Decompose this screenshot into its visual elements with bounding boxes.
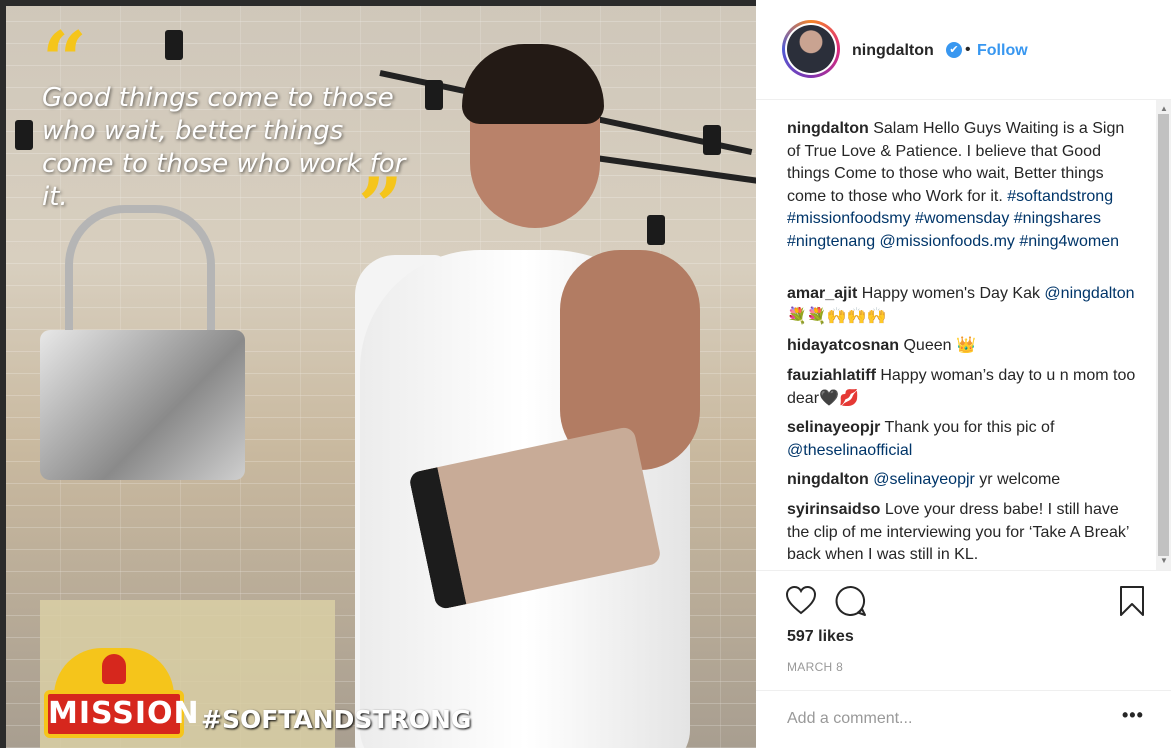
verified-badge-icon: ✔ — [946, 42, 962, 58]
separator-dot: • — [965, 41, 971, 58]
comment-username[interactable]: selinayeopjr — [787, 419, 880, 436]
comment-emoji: 💐💐🙌🙌🙌 — [787, 307, 887, 325]
scroll-up-icon[interactable]: ▲ — [1160, 104, 1168, 113]
avatar-image — [787, 25, 835, 73]
comment-username[interactable]: syirinsaidso — [787, 501, 880, 518]
add-comment-bar: ••• — [756, 690, 1171, 748]
scroll-down-icon[interactable]: ▼ — [1160, 556, 1168, 565]
likes-count[interactable]: 597 likes — [787, 628, 854, 646]
silver-handbag — [40, 330, 245, 480]
comment-text: Queen 👑 — [903, 337, 976, 354]
bookmark-icon[interactable] — [1119, 585, 1145, 617]
post-header: ningdalton ✔ • Follow — [756, 0, 1171, 100]
comment-username[interactable]: hidayatcosnan — [787, 337, 899, 354]
header-username[interactable]: ningdalton — [852, 42, 934, 60]
bell-icon — [102, 654, 126, 684]
comment-username[interactable]: amar_ajit — [787, 285, 857, 302]
post-sidebar: ningdalton ✔ • Follow ningdalton Salam H… — [756, 0, 1171, 748]
comment-username[interactable]: ningdalton — [787, 471, 869, 488]
heart-icon[interactable] — [785, 585, 817, 615]
list-item: syirinsaidso Love your dress babe! I sti… — [787, 499, 1137, 567]
avatar-border — [785, 23, 837, 75]
comment-mention[interactable]: @selinayeopjr — [873, 471, 975, 488]
caption: ningdalton Salam Hello Guys Waiting is a… — [787, 118, 1137, 253]
close-quote-mark: ” — [358, 161, 403, 252]
post-date[interactable]: MARCH 8 — [787, 660, 843, 674]
comment-mention[interactable]: @ningdalton — [1044, 285, 1134, 302]
comment-input[interactable] — [787, 707, 1107, 731]
comment-username[interactable]: fauziahlatiff — [787, 367, 876, 384]
post-actions: 597 likes MARCH 8 — [756, 570, 1171, 690]
comments-list[interactable]: ningdalton Salam Hello Guys Waiting is a… — [756, 100, 1171, 570]
list-item: fauziahlatiff Happy woman’s day to u n m… — [787, 365, 1137, 410]
scroll-thumb[interactable] — [1158, 114, 1169, 556]
comment-text: yr welcome — [979, 471, 1061, 488]
more-options-button[interactable]: ••• — [1122, 705, 1144, 726]
ceiling-lamp — [703, 125, 721, 155]
ceiling-lamp — [165, 30, 183, 60]
comment-mention[interactable]: @theselinaofficial — [787, 442, 912, 459]
list-item: amar_ajit Happy women's Day Kak @ningdal… — [787, 283, 1137, 328]
ceiling-lamp — [15, 120, 33, 150]
comment-icon[interactable] — [835, 585, 867, 617]
window-frame-top — [0, 0, 756, 6]
ceiling-lamp — [647, 215, 665, 245]
list-item: ningdalton @selinayeopjr yr welcome — [787, 469, 1137, 492]
window-frame-left — [0, 0, 6, 748]
mission-logo: MISSION — [44, 690, 199, 738]
post-photo[interactable]: “ Good things come to those who wait, be… — [0, 0, 756, 748]
list-item: hidayatcosnan Queen 👑 — [787, 335, 1137, 358]
photo-hashtag: #SOFTANDSTRONG — [201, 705, 472, 734]
avatar[interactable] — [782, 20, 840, 78]
caption-username[interactable]: ningdalton — [787, 120, 869, 137]
comment-text: Thank you for this pic of — [884, 419, 1055, 436]
ceiling-lamp — [425, 80, 443, 110]
follow-button[interactable]: Follow — [977, 42, 1028, 60]
comment-text: Happy women's Day Kak — [861, 285, 1040, 302]
list-item: selinayeopjr Thank you for this pic of @… — [787, 417, 1137, 462]
comments-scrollbar[interactable]: ▲ ▼ — [1156, 100, 1171, 570]
